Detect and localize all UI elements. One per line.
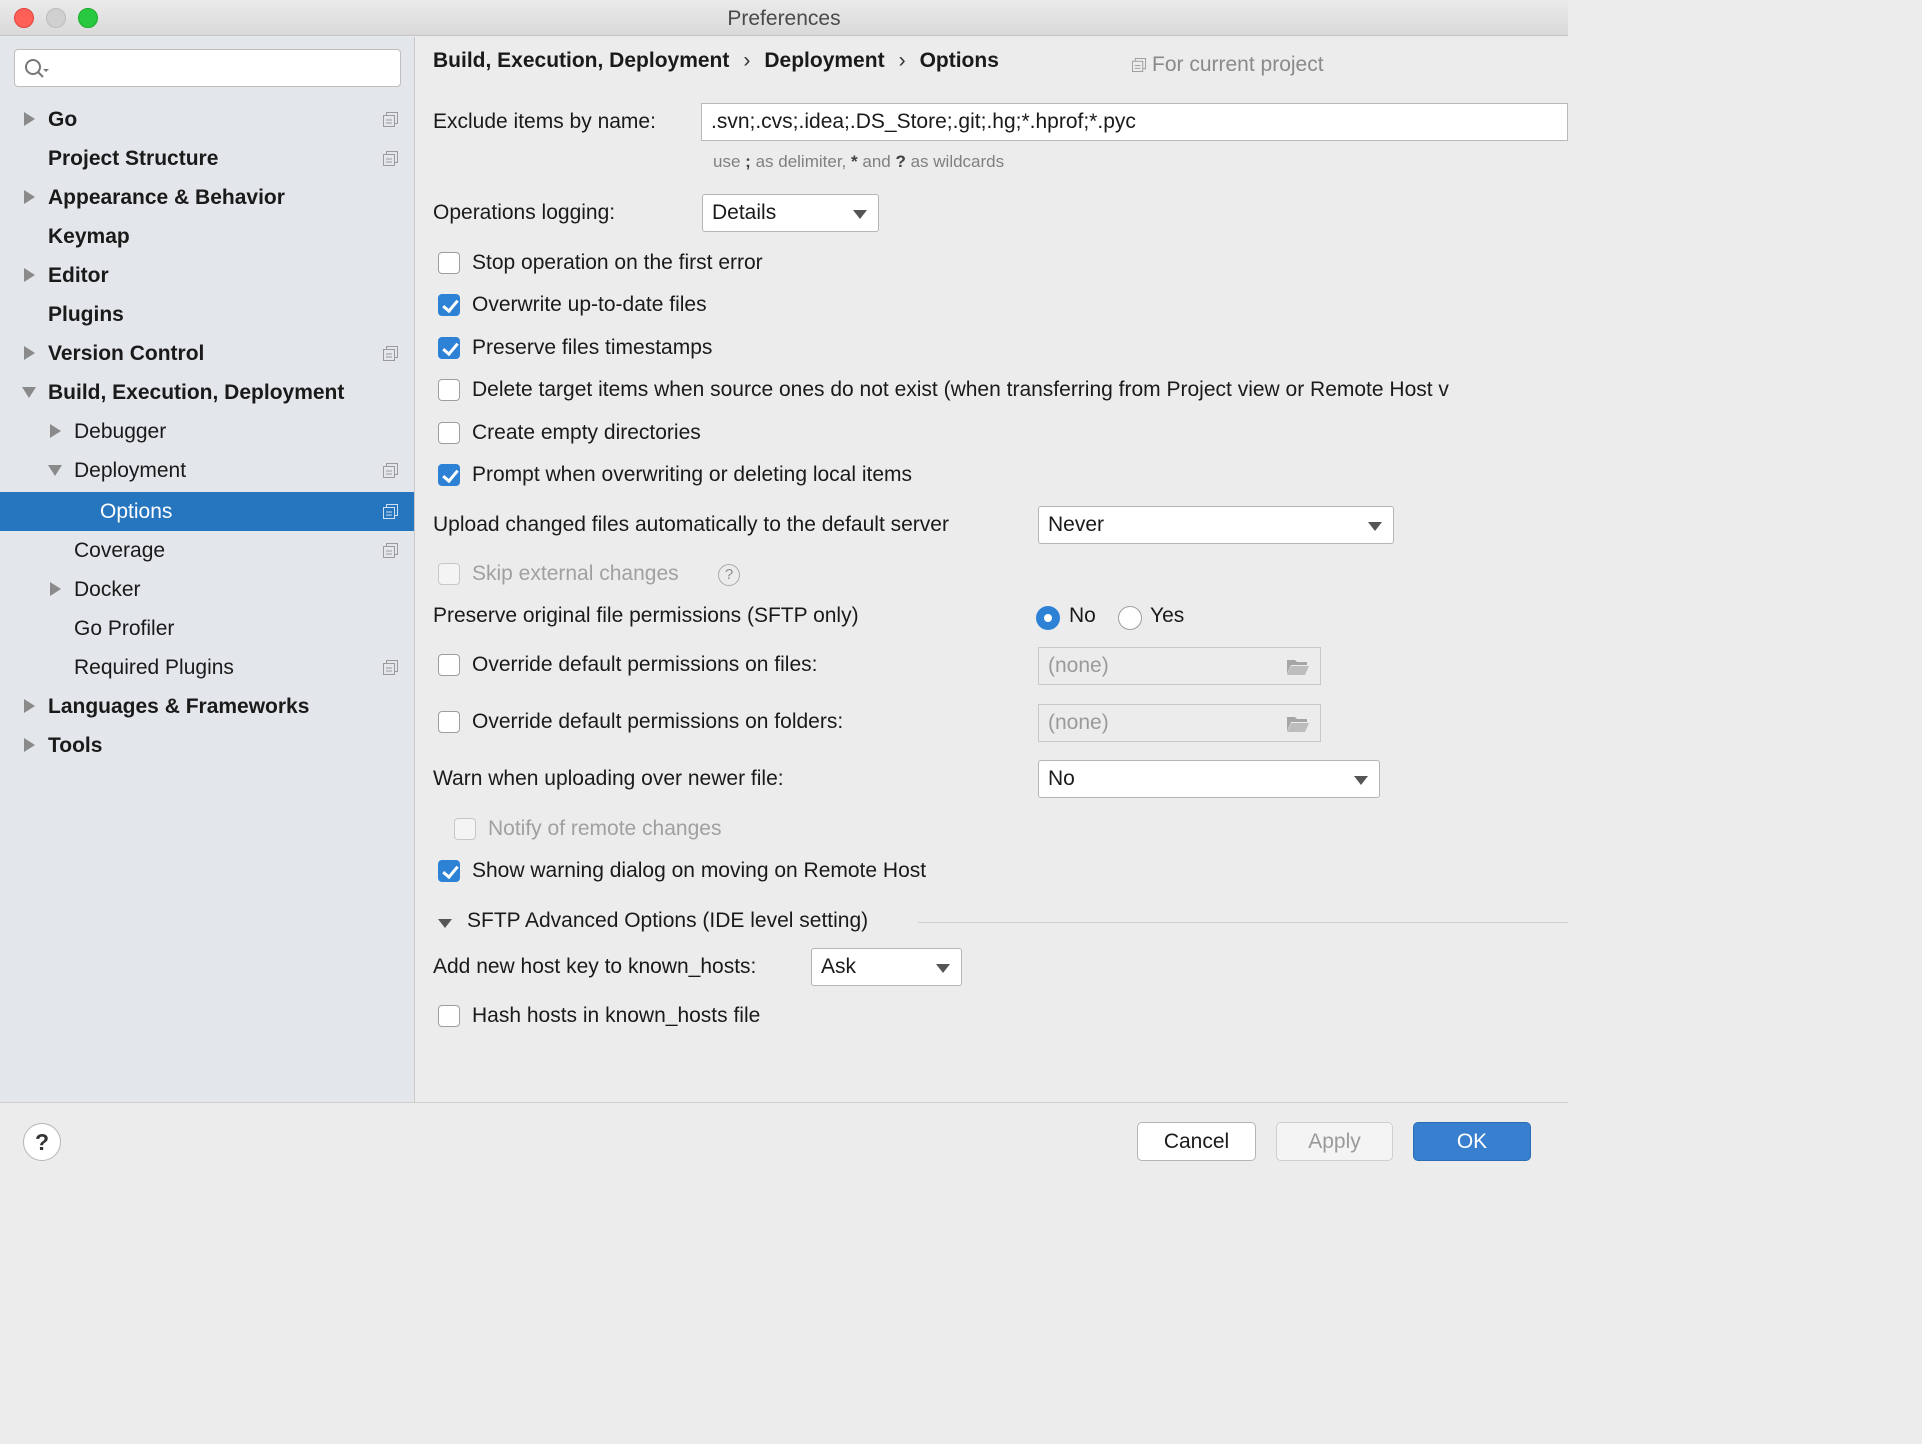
exclude-items-input[interactable]: .svn;.cvs;.idea;.DS_Store;.git;.hg;*.hpr… [701, 103, 1568, 141]
host-key-dropdown[interactable]: Ask [811, 948, 962, 986]
folder-icon[interactable] [1286, 715, 1310, 733]
project-level-icon [383, 151, 398, 166]
expand-arrow-icon[interactable] [22, 687, 38, 726]
warn-newer-file-label: Warn when uploading over newer file: [433, 767, 784, 791]
sidebar-item-required-plugins[interactable]: Required Plugins [0, 648, 414, 687]
sidebar-item-debugger[interactable]: Debugger [0, 412, 414, 451]
operations-logging-dropdown[interactable]: Details [702, 194, 879, 232]
project-level-icon [383, 504, 398, 519]
breadcrumb-item[interactable]: Deployment [764, 49, 884, 73]
chevron-down-icon [853, 210, 867, 219]
checkbox-box[interactable] [438, 252, 460, 274]
expand-arrow-icon[interactable] [48, 570, 64, 609]
operations-logging-label: Operations logging: [433, 201, 615, 225]
preserve-permissions-no-radio[interactable] [1036, 606, 1060, 630]
sftp-section-title[interactable]: SFTP Advanced Options (IDE level setting… [467, 909, 868, 933]
sidebar-item-keymap[interactable]: Keymap [0, 217, 414, 256]
host-key-label: Add new host key to known_hosts: [433, 955, 756, 979]
radio-label-yes: Yes [1150, 604, 1184, 628]
checkbox-box[interactable] [438, 294, 460, 316]
project-level-icon [383, 112, 398, 127]
settings-sidebar: Go Project Structure Appearance & Behavi… [0, 37, 415, 1102]
breadcrumb-item: Options [920, 49, 999, 73]
delete-target-items-checkbox[interactable]: Delete target items when source ones do … [438, 375, 1568, 405]
expand-arrow-icon[interactable] [22, 100, 38, 139]
checkbox-box[interactable] [438, 464, 460, 486]
section-divider [918, 922, 1568, 923]
sidebar-item-docker[interactable]: Docker [0, 570, 414, 609]
sidebar-item-options[interactable]: Options [0, 492, 414, 531]
expand-arrow-icon[interactable] [22, 726, 38, 765]
sidebar-item-project-structure[interactable]: Project Structure [0, 139, 414, 178]
checkbox-box[interactable] [454, 818, 476, 840]
warn-newer-file-dropdown[interactable]: No [1038, 760, 1380, 798]
project-level-icon [383, 660, 398, 675]
breadcrumb-separator: › [899, 49, 906, 73]
preserve-permissions-label: Preserve original file permissions (SFTP… [433, 604, 859, 628]
folder-permissions-field[interactable]: (none) [1038, 704, 1321, 742]
title-bar: Preferences [0, 0, 1568, 36]
ok-button[interactable]: OK [1413, 1122, 1531, 1161]
chevron-down-icon [936, 964, 950, 973]
scope-label: For current project [1152, 53, 1324, 76]
project-level-icon [1132, 58, 1146, 72]
sidebar-item-languages-frameworks[interactable]: Languages & Frameworks [0, 687, 414, 726]
project-level-icon [383, 463, 398, 478]
project-level-icon [383, 346, 398, 361]
expand-arrow-icon[interactable] [22, 334, 38, 373]
preserve-permissions-yes-radio[interactable] [1118, 606, 1142, 630]
checkbox-box[interactable] [438, 337, 460, 359]
checkbox-box[interactable] [438, 422, 460, 444]
expand-arrow-icon[interactable] [22, 178, 38, 217]
dialog-footer: ? Cancel Apply OK [0, 1102, 1568, 1178]
settings-content-panel: Build, Execution, Deployment › Deployment ›… [416, 37, 1568, 1102]
sidebar-item-version-control[interactable]: Version Control [0, 334, 414, 373]
upload-automatically-label: Upload changed files automatically to th… [433, 513, 949, 537]
collapse-arrow-icon[interactable] [22, 373, 38, 412]
expand-arrow-icon[interactable] [48, 412, 64, 451]
breadcrumb: Build, Execution, Deployment › Deployment ›… [433, 49, 999, 73]
sidebar-item-editor[interactable]: Editor [0, 256, 414, 295]
help-button[interactable]: ? [23, 1123, 61, 1161]
window-title: Preferences [0, 7, 1568, 31]
breadcrumb-item[interactable]: Build, Execution, Deployment [433, 49, 729, 73]
cancel-button[interactable]: Cancel [1137, 1122, 1256, 1161]
apply-button[interactable]: Apply [1276, 1122, 1393, 1161]
sidebar-item-plugins[interactable]: Plugins [0, 295, 414, 334]
checkbox-box[interactable] [438, 1005, 460, 1027]
exclude-items-hint: use ; as delimiter, * and ? as wildcards [713, 152, 1004, 172]
help-icon[interactable]: ? [718, 564, 740, 586]
upload-automatically-dropdown[interactable]: Never [1038, 506, 1394, 544]
collapse-arrow-icon[interactable] [48, 451, 64, 490]
file-permissions-field[interactable]: (none) [1038, 647, 1321, 685]
scope-indicator: For current project [1132, 53, 1324, 77]
chevron-down-icon [1368, 522, 1382, 531]
folder-icon[interactable] [1286, 658, 1310, 676]
collapse-section-icon[interactable] [438, 919, 452, 928]
exclude-items-label: Exclude items by name: [433, 110, 656, 134]
expand-arrow-icon[interactable] [22, 256, 38, 295]
breadcrumb-separator: › [743, 49, 750, 73]
sidebar-item-appearance-behavior[interactable]: Appearance & Behavior [0, 178, 414, 217]
radio-label-no: No [1069, 604, 1096, 628]
sidebar-item-go-profiler[interactable]: Go Profiler [0, 609, 414, 648]
checkbox-box[interactable] [438, 379, 460, 401]
checkbox-box[interactable] [438, 563, 460, 585]
checkbox-box[interactable] [438, 860, 460, 882]
sidebar-item-build-execution-deployment[interactable]: Build, Execution, Deployment [0, 373, 414, 412]
checkbox-box[interactable] [438, 654, 460, 676]
project-level-icon [383, 543, 398, 558]
sidebar-item-deployment[interactable]: Deployment [0, 451, 414, 490]
sidebar-item-coverage[interactable]: Coverage [0, 531, 414, 570]
settings-search-input[interactable] [14, 49, 401, 87]
sidebar-item-tools[interactable]: Tools [0, 726, 414, 765]
search-icon[interactable] [23, 57, 49, 81]
chevron-down-icon [1354, 776, 1368, 785]
sidebar-item-go[interactable]: Go [0, 100, 414, 139]
checkbox-box[interactable] [438, 711, 460, 733]
